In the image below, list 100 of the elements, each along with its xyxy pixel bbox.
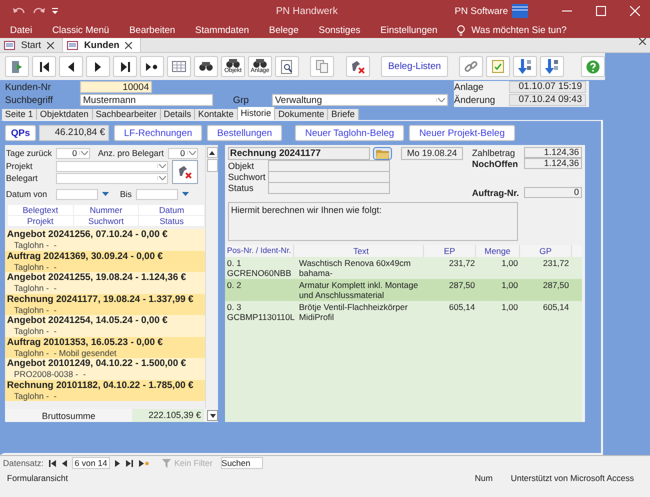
document-list-item[interactable]: Angebot 20241256, 07.10.24 - 0,00 € Taglohn - - — [5, 229, 205, 250]
sort-ascending-button[interactable] — [513, 56, 538, 77]
group-dropdown[interactable]: Verwaltung — [272, 94, 448, 106]
delete-button[interactable] — [346, 56, 370, 77]
previous-record-button[interactable] — [59, 56, 83, 77]
previous-record-button[interactable] — [60, 460, 68, 466]
position-row[interactable]: 0. 2 Armatur Komplett inkl. Montage und Anschlussmaterial 287,50 1,00 287,50 — [225, 279, 582, 301]
menu-item[interactable]: Einstellungen — [380, 24, 438, 36]
checklist-button[interactable] — [486, 56, 510, 77]
menu-item[interactable]: Bearbeiten — [129, 24, 176, 36]
search-field[interactable]: Suchen — [220, 457, 263, 469]
last-record-button[interactable] — [125, 460, 134, 466]
document-title: Angebot 20241256, 07.10.24 - 0,00 € — [7, 229, 169, 240]
help-button[interactable] — [580, 56, 605, 77]
down-arrow-icon — [210, 414, 216, 418]
maximize-icon[interactable] — [596, 6, 606, 16]
search-icon — [281, 60, 293, 74]
folder-icon — [376, 148, 389, 158]
find-button[interactable] — [194, 56, 218, 77]
next-record-button[interactable] — [86, 56, 110, 77]
sum-label: Bruttosumme — [40, 410, 96, 420]
action-button[interactable]: LF-Rechnungen — [114, 125, 202, 141]
beleg-listen-button[interactable]: Beleg-Listen — [381, 56, 448, 77]
dropdown-button[interactable] — [207, 410, 218, 421]
action-button[interactable]: Neuer Taglohn-Beleg — [295, 125, 404, 141]
tell-me-field[interactable]: Was möchten Sie tun? — [471, 24, 567, 36]
customer-number-field[interactable]: 10004 — [80, 81, 152, 93]
status-text: Unterstützt von Microsoft Access — [510, 473, 634, 483]
copy-icon — [316, 60, 328, 73]
new-record-button[interactable] — [140, 56, 164, 77]
binoculars-icon — [199, 62, 213, 71]
document-list-item[interactable]: Auftrag 20241369, 30.09.24 - 0,00 € Taglohn - - — [5, 250, 205, 272]
search-term-field[interactable]: Mustermann — [80, 94, 213, 106]
lightbulb-icon — [457, 24, 466, 36]
open-folder-button[interactable] — [373, 147, 392, 160]
document-list-item[interactable]: Auftrag 20101353, 16.05.23 - 0,00 € Taglohn - - Mobil gesendet — [5, 336, 205, 358]
field-label: Suchwort — [228, 172, 267, 182]
document-list-item[interactable]: Angebot 20101249, 04.10.22 - 1.500,00 € PRO2008-0038 - - — [5, 358, 205, 380]
customize-icon[interactable] — [52, 8, 58, 14]
field-label: Änderung — [454, 94, 496, 106]
next-record-button[interactable] — [114, 460, 122, 466]
door-icon — [11, 60, 23, 74]
first-record-button[interactable] — [48, 460, 57, 466]
menu-item[interactable]: Datei — [10, 24, 32, 36]
position-row[interactable]: 0. 1 GCRENO60NBB Waschtisch Renova 60x49cm bahama- 231,72 1,00 231,72 — [225, 257, 582, 279]
form-tab[interactable]: Kontakte — [195, 109, 238, 120]
scrollbar-thumb[interactable] — [206, 159, 218, 172]
count-dropdown[interactable]: 0 — [168, 148, 198, 158]
qps-button[interactable]: QPs — [5, 125, 36, 141]
menu-item[interactable]: Classic Menü — [52, 24, 110, 36]
form-tab[interactable]: Sachbearbeiter — [92, 109, 161, 120]
up-arrow-icon — [209, 150, 215, 154]
search-button[interactable] — [275, 56, 299, 77]
form-tab[interactable]: Dokumente — [275, 109, 328, 120]
close-icon[interactable] — [47, 42, 54, 48]
close-icon[interactable] — [639, 38, 646, 45]
date-to-field[interactable] — [136, 188, 178, 200]
menu-item[interactable]: Stammdaten — [195, 24, 250, 36]
document-list-item[interactable]: Rechnung 20101182, 04.10.22 - 1.785,00 € Taglohn - - — [5, 380, 205, 401]
copy-button[interactable] — [310, 56, 334, 77]
document-list-item[interactable]: Angebot 20241254, 14.05.24 - 0,00 € Taglohn - - — [5, 315, 205, 336]
date-from-field[interactable] — [56, 188, 98, 200]
record-position-field[interactable]: 6 von 14 — [72, 457, 110, 469]
menu-item[interactable]: Sonstiges — [318, 24, 360, 36]
table-icon — [172, 61, 186, 72]
payment-amount-field: 1.124,36 — [524, 147, 582, 158]
form-tab[interactable]: Historie — [238, 107, 276, 120]
position-row[interactable]: 0. 3 GCBMP1130110L Brötje Ventil-Flachheizkörper MidiProfil 605,14 1,00 605,14 — [225, 301, 582, 323]
field-label: Objekt — [228, 160, 256, 170]
first-record-button[interactable] — [32, 56, 56, 77]
document-list-item[interactable]: Angebot 20241255, 19.08.24 - 1.124,36 € Taglohn - - — [5, 272, 205, 294]
date-picker-button[interactable] — [100, 192, 110, 196]
column-header: Suchwort — [74, 216, 140, 226]
form-tab[interactable]: Objektdaten — [37, 109, 93, 120]
undo-icon[interactable] — [12, 6, 26, 16]
action-button[interactable]: Neuer Projekt-Beleg — [409, 125, 515, 141]
new-record-button[interactable] — [138, 460, 150, 466]
sort-descending-button[interactable] — [540, 56, 564, 77]
redo-icon[interactable] — [32, 6, 46, 16]
menu-item[interactable]: Belege — [269, 24, 299, 36]
table-view-button[interactable] — [167, 56, 191, 77]
days-back-dropdown[interactable]: 0 — [56, 148, 90, 158]
document-tab[interactable]: Start — [0, 38, 64, 52]
form-tab[interactable]: Seite 1 — [2, 109, 38, 120]
action-button[interactable]: Bestellungen — [207, 125, 282, 141]
close-form-button[interactable] — [5, 56, 29, 77]
date-picker-button[interactable] — [180, 192, 190, 196]
scroll-up-button[interactable] — [206, 147, 218, 158]
last-record-button[interactable] — [113, 56, 137, 77]
link-button[interactable] — [459, 56, 484, 77]
ident-number: GCRENO60NBB — [227, 268, 292, 278]
form-tab[interactable]: Briefe — [328, 109, 359, 120]
document-list-item[interactable]: Rechnung 20241177, 19.08.24 - 1.337,99 € Taglohn - - — [5, 294, 205, 315]
document-title: Rechnung 20101182, 04.10.22 - 1.785,00 € — [7, 380, 194, 390]
sum-value: 222.105,39 € — [132, 409, 204, 422]
clear-filter-button[interactable] — [172, 160, 198, 184]
document-tab[interactable]: Kunden — [63, 38, 142, 52]
position-text: Waschtisch Renova 60x49cm bahama- — [298, 259, 412, 279]
form-tab[interactable]: Details — [160, 109, 196, 120]
close-icon[interactable] — [125, 42, 132, 48]
